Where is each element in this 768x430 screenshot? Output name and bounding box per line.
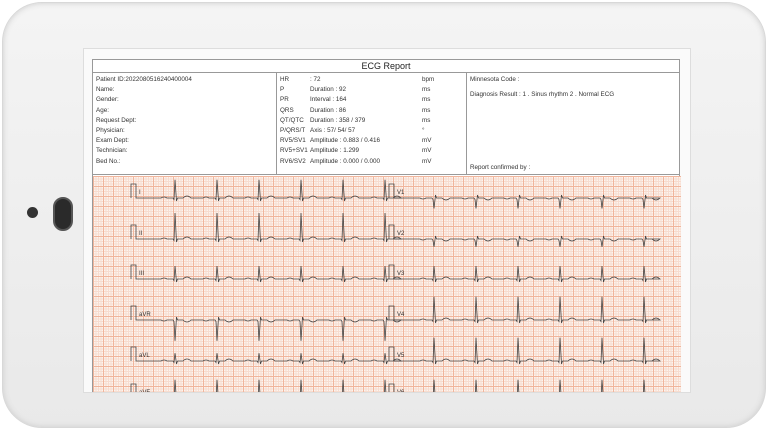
tablet-frame: ECG Report Patient ID:202208051624040000… xyxy=(2,2,766,428)
measurement-key: P xyxy=(280,86,285,94)
ecg-grid: I II III aVR aVL aVF V1 V2 V3 V4 V5 V6 xyxy=(93,176,681,393)
sensor-icon xyxy=(53,197,73,231)
measurement-unit: ms xyxy=(422,106,431,114)
ecg-trace-avl xyxy=(130,346,402,365)
patient-info: Patient ID:2022080516240400004 Name: Gende… xyxy=(93,73,277,174)
ecg-trace-v3 xyxy=(388,264,661,283)
measurement-value: Duration : 86 xyxy=(310,106,347,114)
measurement-row: HR : 72 bpm xyxy=(280,76,463,86)
measurement-key: RV6/SV2 xyxy=(280,157,306,165)
measurement-row: P/QRS/T Axis : 57/ 54/ 57 ° xyxy=(280,127,463,137)
diagnosis-panel: Minnesota Code : Diagnosis Result : 1 . … xyxy=(467,73,679,174)
lead-label: V1 xyxy=(397,190,405,196)
measurement-row: QRS Duration : 86 ms xyxy=(280,107,463,117)
ecg-trace-avf xyxy=(130,379,387,392)
measurement-key: HR xyxy=(280,76,290,83)
lead-label: aVF xyxy=(139,390,151,393)
measurement-key: P/QRS/T xyxy=(280,126,306,134)
measurement-unit: mV xyxy=(422,147,432,155)
ecg-trace-i xyxy=(130,179,402,202)
patient-field: Exam Dept: xyxy=(96,137,129,145)
measurement-key: QT/QTC xyxy=(280,116,304,124)
measurement-row: PR Interval : 164 ms xyxy=(280,96,463,106)
measurement-value: Duration : 358 / 379 xyxy=(310,116,366,124)
lead-label: V3 xyxy=(397,271,405,277)
patient-field: Request Dept: xyxy=(96,116,137,124)
measurement-value: : 72 xyxy=(310,76,321,83)
lead-label: V5 xyxy=(397,353,405,359)
camera-icon xyxy=(27,207,38,218)
measurement-row: RV5+SV1 Amplitude : 1.299 mV xyxy=(280,147,463,157)
lead-label: V4 xyxy=(397,312,405,318)
patient-field: Gender: xyxy=(96,96,119,104)
measurement-unit: mV xyxy=(422,137,432,145)
measurement-value: Axis : 57/ 54/ 57 xyxy=(310,126,356,134)
lead-label: V6 xyxy=(397,390,405,393)
minnesota-code: Minnesota Code : xyxy=(470,76,520,83)
screen: ECG Report Patient ID:202208051624040000… xyxy=(83,48,691,393)
ecg-trace-v1 xyxy=(388,183,661,209)
lead-label: II xyxy=(139,231,143,237)
measurement-unit: ms xyxy=(422,116,431,124)
ecg-traces xyxy=(130,179,661,392)
patient-field: Technician: xyxy=(96,147,128,155)
lead-label: I xyxy=(139,190,141,196)
ecg-trace-v4 xyxy=(388,296,661,324)
measurement-value: Interval : 164 xyxy=(310,96,347,104)
measurement-row: RV6/SV2 Amplitude : 0.000 / 0.000 mV xyxy=(280,158,463,168)
measurement-row: QT/QTC Duration : 358 / 379 ms xyxy=(280,117,463,127)
lead-label: aVL xyxy=(139,353,150,359)
measurement-key: PR xyxy=(280,96,289,104)
lead-label: III xyxy=(139,271,145,277)
patient-field: Patient ID:2022080516240400004 xyxy=(96,76,192,83)
patient-field: Bed No.: xyxy=(96,157,121,165)
ecg-trace-v5 xyxy=(388,337,661,365)
measurement-key: RV5+SV1 xyxy=(280,147,308,155)
report-confirmed-by: Report confirmed by : xyxy=(470,164,531,171)
measurements: HR : 72 bpm P Duration : 92 ms PR Interval : 16… xyxy=(277,73,467,174)
lead-label: aVR xyxy=(139,312,151,318)
measurement-value: Amplitude : 0.000 / 0.000 xyxy=(310,157,381,165)
measurement-key: RV5/SV1 xyxy=(280,137,306,145)
measurement-unit: ° xyxy=(422,126,425,134)
ecg-trace-avr xyxy=(130,305,402,341)
diagnosis-result: Diagnosis Result : 1 . Sinus rhythm 2 . … xyxy=(470,91,615,98)
ecg-report: ECG Report Patient ID:202208051624040000… xyxy=(92,59,681,393)
patient-field: Name: xyxy=(96,86,115,94)
measurement-value: Amplitude : 0.883 / 0.416 xyxy=(310,137,381,145)
patient-field: Age: xyxy=(96,106,109,114)
measurement-unit: bpm xyxy=(422,76,435,83)
patient-field: Physician: xyxy=(96,126,125,134)
measurement-row: RV5/SV1 Amplitude : 0.883 / 0.416 mV xyxy=(280,137,463,147)
measurement-value: Amplitude : 1.299 xyxy=(310,147,360,155)
measurement-unit: mV xyxy=(422,157,432,165)
measurement-unit: ms xyxy=(422,86,431,94)
ecg-trace-ii xyxy=(130,212,402,243)
lead-label: V2 xyxy=(397,231,405,237)
report-info: Patient ID:2022080516240400004 Name: Gende… xyxy=(93,73,679,175)
measurement-value: Duration : 92 xyxy=(310,86,347,94)
ecg-trace-v6 xyxy=(388,379,646,392)
measurement-row: P Duration : 92 ms xyxy=(280,86,463,96)
report-title: ECG Report xyxy=(93,60,679,73)
measurement-unit: ms xyxy=(422,96,431,104)
ecg-trace-iii xyxy=(130,264,402,283)
measurement-key: QRS xyxy=(280,106,294,114)
ecg-trace-v2 xyxy=(388,224,661,247)
